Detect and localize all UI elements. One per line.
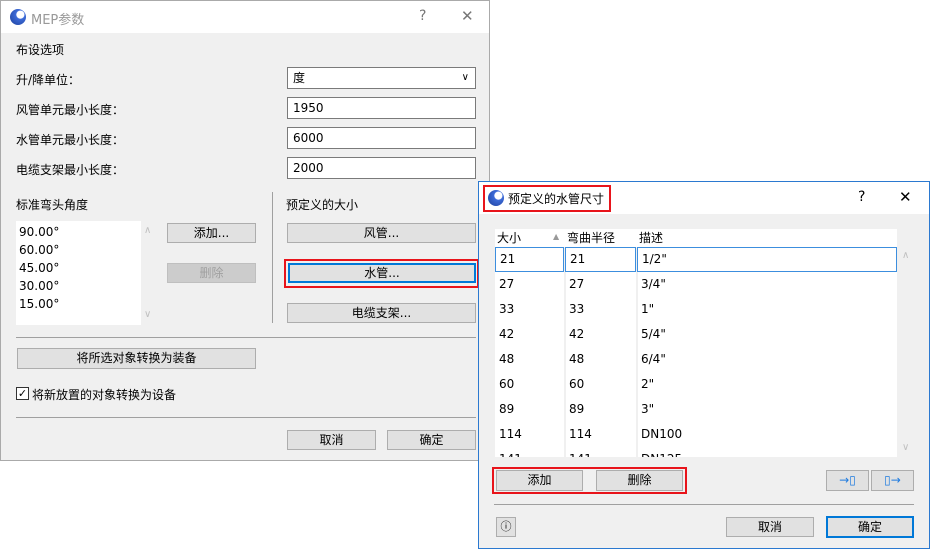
cable-min-length-input[interactable]: 2000 xyxy=(287,157,476,179)
elbow-angles-list[interactable]: 90.00° 60.00° 45.00° 30.00° 15.00° xyxy=(16,221,141,325)
table-row[interactable]: 141141DN125 xyxy=(495,447,897,457)
scroll-up-icon[interactable]: ∧ xyxy=(902,250,909,261)
info-icon: ⓘ xyxy=(500,520,512,533)
table-cell[interactable]: 33 xyxy=(565,297,636,322)
table-cell[interactable]: 27 xyxy=(495,272,564,297)
predefined-sizes-heading: 预定义的大小 xyxy=(286,198,359,212)
chevron-down-icon: ∨ xyxy=(461,72,469,83)
add-angle-button[interactable]: 添加... xyxy=(167,223,256,243)
table-row[interactable]: 114 114 DN100 xyxy=(495,422,897,447)
table-row[interactable]: 27 27 3/4" xyxy=(495,272,897,297)
table-cell[interactable]: 3/4" xyxy=(637,272,897,297)
export-button[interactable]: ▯→ xyxy=(871,470,914,491)
table-cell[interactable]: 42 xyxy=(565,322,636,347)
table-row[interactable]: 48 48 6/4" xyxy=(495,347,897,372)
table-cell[interactable]: 5/4" xyxy=(637,322,897,347)
duct-min-length-label: 风管单元最小长度： xyxy=(16,103,125,117)
help-button[interactable]: ? xyxy=(858,189,865,205)
sort-ascending-icon: ▲ xyxy=(553,232,560,241)
pipe-sizes-table[interactable]: 大小 ▲ 弯曲半径 描述 21 21 1/2" 27 27 3/4" 33 33 1" 42 42 5… xyxy=(495,229,897,457)
rise-unit-label: 升/降单位： xyxy=(16,73,81,87)
list-item[interactable]: 60.00° xyxy=(19,241,138,259)
info-button[interactable]: ⓘ xyxy=(496,517,516,537)
cable-tray-sizes-button[interactable]: 电缆支架... xyxy=(287,303,476,323)
cable-min-length-label: 电缆支架最小长度： xyxy=(16,163,125,177)
list-item[interactable]: 45.00° xyxy=(19,259,138,277)
mep-parameters-dialog: MEP参数 ? ✕ 布设选项 升/降单位： 度 ∨ 风管单元最小长度： 1950… xyxy=(0,0,490,461)
pipe-min-length-input[interactable]: 6000 xyxy=(287,127,476,149)
cancel-button[interactable]: 取消 xyxy=(287,430,376,450)
table-cell[interactable]: 89 xyxy=(565,397,636,422)
list-item[interactable]: 15.00° xyxy=(19,295,138,313)
table-cell[interactable]: 1/2" xyxy=(637,247,897,272)
table-cell[interactable]: DN125 xyxy=(637,447,897,457)
duct-min-length-input[interactable]: 1950 xyxy=(287,97,476,119)
app-logo-icon xyxy=(10,9,26,25)
convert-new-label[interactable]: 将新放置的对象转换为设备 xyxy=(32,386,176,403)
column-header-description[interactable]: 描述 xyxy=(637,229,663,247)
table-cell[interactable]: 141 xyxy=(565,447,636,457)
export-file-icon: ▯→ xyxy=(884,473,901,487)
table-cell[interactable]: 60 xyxy=(565,372,636,397)
table-cell[interactable]: 114 xyxy=(565,422,636,447)
elbow-angles-heading: 标准弯头角度 xyxy=(16,198,89,212)
column-header-size[interactable]: 大小 xyxy=(495,229,521,247)
table-row[interactable]: 42 42 5/4" xyxy=(495,322,897,347)
layout-options-heading: 布设选项 xyxy=(16,43,65,57)
help-button[interactable]: ? xyxy=(419,8,426,24)
rise-unit-select[interactable]: 度 ∨ xyxy=(287,67,476,89)
scroll-down-icon[interactable]: ∨ xyxy=(902,442,909,453)
table-row[interactable]: 89 89 3" xyxy=(495,397,897,422)
highlight-box xyxy=(483,185,611,212)
dialog-title: MEP参数 xyxy=(31,13,85,28)
list-item[interactable]: 30.00° xyxy=(19,277,138,295)
table-cell[interactable]: 6/4" xyxy=(637,347,897,372)
close-button[interactable]: ✕ xyxy=(461,7,474,25)
divider xyxy=(16,417,476,418)
table-cell[interactable]: 21 xyxy=(565,247,636,272)
ok-button[interactable]: 确定 xyxy=(826,516,914,538)
scroll-down-icon[interactable]: ∨ xyxy=(144,309,151,320)
duct-sizes-button[interactable]: 风管... xyxy=(287,223,476,243)
add-size-button[interactable]: 添加 xyxy=(496,470,583,491)
table-cell[interactable]: 2" xyxy=(637,372,897,397)
table-cell[interactable]: 141 xyxy=(495,447,564,457)
scroll-up-icon[interactable]: ∧ xyxy=(144,225,151,236)
table-cell[interactable]: 27 xyxy=(565,272,636,297)
divider xyxy=(16,337,476,338)
import-button[interactable]: →▯ xyxy=(826,470,869,491)
table-row[interactable]: 21 21 1/2" xyxy=(495,247,897,272)
vertical-divider xyxy=(272,192,273,323)
table-cell[interactable]: 3" xyxy=(637,397,897,422)
table-cell[interactable]: 48 xyxy=(495,347,564,372)
divider xyxy=(494,504,914,505)
table-cell[interactable]: 1" xyxy=(637,297,897,322)
delete-size-button[interactable]: 删除 xyxy=(596,470,683,491)
pipe-min-length-label: 水管单元最小长度： xyxy=(16,133,125,147)
table-cell[interactable]: 21 xyxy=(495,247,564,272)
pipe-sizes-button[interactable]: 水管... xyxy=(288,263,476,283)
table-row[interactable]: 60 60 2" xyxy=(495,372,897,397)
convert-new-checkbox[interactable]: ✓ xyxy=(16,387,29,400)
import-file-icon: →▯ xyxy=(839,473,856,487)
close-button[interactable]: ✕ xyxy=(899,188,912,206)
table-cell[interactable]: 89 xyxy=(495,397,564,422)
table-cell[interactable]: 60 xyxy=(495,372,564,397)
table-row[interactable]: 33 33 1" xyxy=(495,297,897,322)
cancel-button[interactable]: 取消 xyxy=(726,517,814,537)
ok-button[interactable]: 确定 xyxy=(387,430,476,450)
table-cell[interactable]: 114 xyxy=(495,422,564,447)
convert-selected-button[interactable]: 将所选对象转换为装备 xyxy=(17,348,256,369)
delete-angle-button[interactable]: 删除 xyxy=(167,263,256,283)
title-bar: MEP参数 ? ✕ xyxy=(1,1,489,33)
predefined-pipe-sizes-dialog: 预定义的水管尺寸 ? ✕ 大小 ▲ 弯曲半径 描述 21 21 1/2" 27 27 3/… xyxy=(478,181,930,549)
column-header-bend-radius[interactable]: 弯曲半径 xyxy=(565,229,615,247)
table-cell[interactable]: 33 xyxy=(495,297,564,322)
table-cell[interactable]: DN100 xyxy=(637,422,897,447)
list-item[interactable]: 90.00° xyxy=(19,223,138,241)
rise-unit-value: 度 xyxy=(293,71,306,85)
table-cell[interactable]: 48 xyxy=(565,347,636,372)
table-cell[interactable]: 42 xyxy=(495,322,564,347)
